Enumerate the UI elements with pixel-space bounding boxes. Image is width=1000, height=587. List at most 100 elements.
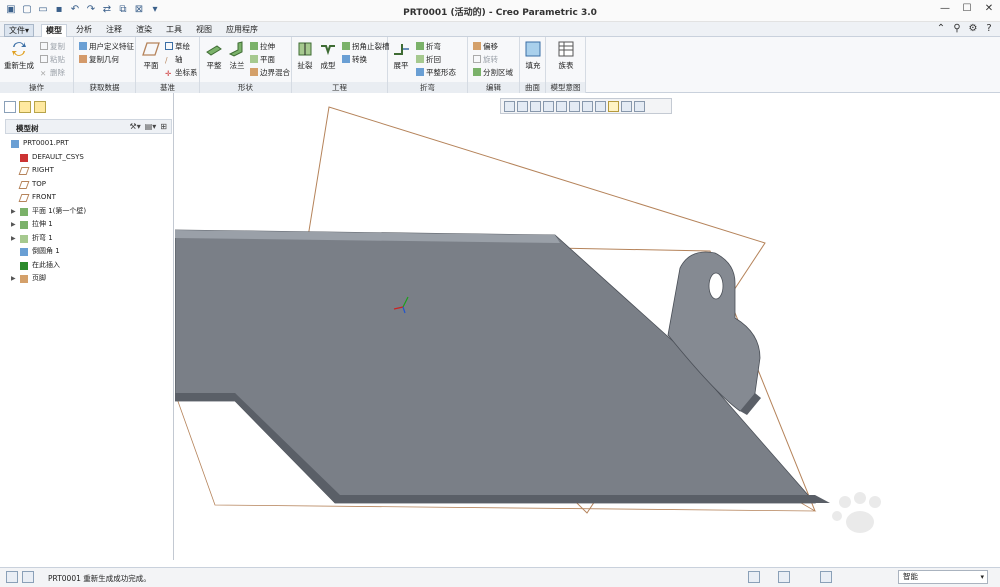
flat-wall-icon — [20, 207, 28, 216]
split-area-button[interactable]: 分割区域 — [473, 67, 513, 78]
udf-icon — [79, 42, 87, 50]
minimize-icon[interactable]: — — [938, 3, 952, 14]
sketch-button[interactable]: 草绘 — [165, 41, 190, 52]
tree-node-label: 拉伸 1 — [32, 220, 53, 228]
show-navigator-icon[interactable] — [6, 571, 18, 583]
regenerate-button[interactable]: 重新生成 — [3, 40, 35, 71]
view-manager-icon[interactable] — [582, 100, 593, 112]
folder-browser-tab-icon[interactable] — [19, 101, 31, 113]
tree-node-label: DEFAULT_CSYS — [32, 152, 84, 161]
tab-analysis[interactable]: 分析 — [72, 24, 96, 37]
repaint-icon[interactable] — [543, 100, 554, 112]
expand-arrow-icon[interactable]: ▶ — [11, 272, 16, 286]
tree-node[interactable]: ▶ 页脚 — [5, 272, 172, 286]
display-style-icon[interactable] — [556, 100, 567, 112]
window-title: PRT0001 (活动的) - Creo Parametric 3.0 — [403, 8, 597, 18]
favorites-tab-icon[interactable] — [34, 101, 46, 113]
maximize-icon[interactable]: ☐ — [960, 3, 974, 14]
family-table-button[interactable]: 族表 — [555, 40, 577, 71]
tree-filter-icon[interactable]: ▤▾ — [145, 122, 157, 131]
refit-icon[interactable] — [504, 100, 515, 112]
find-icon[interactable] — [820, 571, 832, 583]
unbend-button[interactable]: 展平 — [390, 40, 412, 71]
rotate-button[interactable]: 旋转 — [473, 54, 498, 65]
sketch-icon — [165, 42, 173, 50]
corner-relief-button[interactable]: 拐角止裂槽 — [342, 41, 390, 52]
model-tree-tools: ⚒▾ ▤▾ ⊞ — [130, 122, 167, 131]
tree-node[interactable]: ▶ 折弯 1 — [5, 232, 172, 246]
spin-center-icon[interactable] — [634, 100, 645, 112]
close-icon[interactable]: ✕ — [982, 3, 996, 14]
boundary-blend-button[interactable]: 边界混合 — [250, 67, 290, 78]
flange-button[interactable]: 法兰 — [226, 40, 248, 71]
boundary-blend-icon — [250, 68, 258, 76]
tree-node[interactable]: FRONT — [5, 191, 172, 205]
tree-node-label: 倒圆角 1 — [32, 247, 60, 255]
tab-model[interactable]: 模型 — [41, 24, 67, 37]
csys-button[interactable]: ✛ 坐标系 — [165, 67, 198, 78]
expand-arrow-icon[interactable]: ▶ — [11, 205, 16, 219]
flat-button[interactable]: 平整 — [203, 40, 225, 71]
tree-node[interactable]: ▶ 拉伸 1 — [5, 218, 172, 232]
tree-node[interactable]: DEFAULT_CSYS — [5, 151, 172, 165]
zoom-out-icon[interactable] — [530, 100, 541, 112]
group-label-edit: 编辑 — [468, 82, 519, 93]
flange-hole[interactable] — [708, 272, 724, 300]
expand-ribbon-icon[interactable]: ⌃ — [935, 23, 947, 34]
expand-arrow-icon[interactable]: ▶ — [11, 218, 16, 232]
bend-button[interactable]: 折弯 — [416, 41, 441, 52]
extrude-button[interactable]: 拉伸 — [250, 41, 275, 52]
copy-geometry-button[interactable]: 复制几何 — [79, 54, 119, 65]
bend-back-button[interactable]: 折回 — [416, 54, 441, 65]
tree-node[interactable]: RIGHT — [5, 164, 172, 178]
saved-orientations-icon[interactable] — [569, 100, 580, 112]
copy-icon — [40, 42, 48, 50]
selection-filter-dropdown[interactable]: 智能 — [898, 570, 988, 584]
tab-file[interactable]: 文件▾ — [4, 24, 35, 37]
zoom-in-icon[interactable] — [517, 100, 528, 112]
convert-button[interactable]: 转换 — [342, 54, 367, 65]
tab-tools[interactable]: 工具 — [162, 24, 186, 37]
tree-settings-icon[interactable]: ⚒▾ — [130, 122, 141, 131]
rip-button[interactable]: 扯裂 — [294, 40, 316, 71]
tree-node[interactable]: TOP — [5, 178, 172, 192]
tree-show-icon[interactable]: ⊞ — [160, 122, 167, 131]
tree-node[interactable]: 倒圆角 1 — [5, 245, 172, 259]
paste-icon — [40, 55, 48, 63]
delete-button[interactable]: ✕ 删除 — [40, 67, 65, 78]
tab-render[interactable]: 渲染 — [132, 24, 156, 37]
axis-button[interactable]: / 轴 — [165, 54, 183, 65]
tab-view[interactable]: 视图 — [192, 24, 216, 37]
sheet-left-edge[interactable] — [175, 393, 241, 401]
group-surface: 填充 曲面 — [520, 37, 546, 93]
selection-status-icon[interactable] — [778, 571, 790, 583]
copy-button[interactable]: 复制 — [40, 41, 65, 52]
model-tree-tab-icon[interactable] — [4, 101, 16, 113]
datum-display-icon[interactable] — [608, 100, 619, 112]
expand-arrow-icon[interactable]: ▶ — [11, 232, 16, 246]
form-button[interactable]: 成型 — [317, 40, 339, 71]
tree-node[interactable]: ▶ 平面 1(第一个壁) — [5, 205, 172, 219]
help-icon[interactable]: ? — [983, 23, 995, 34]
offset-button[interactable]: 偏移 — [473, 41, 498, 52]
insert-here-icon — [20, 261, 28, 270]
group-label-datum: 基准 — [136, 82, 199, 93]
udf-button[interactable]: 用户定义特征 — [79, 41, 134, 52]
regen-status-icon[interactable] — [748, 571, 760, 583]
tab-applications[interactable]: 应用程序 — [222, 24, 262, 37]
tab-annotate[interactable]: 注释 — [102, 24, 126, 37]
tree-node[interactable]: 在此插入 — [5, 259, 172, 273]
group-label-engineering: 工程 — [292, 82, 387, 93]
tree-node[interactable]: PRT0001.PRT — [5, 137, 172, 151]
flat-pattern-button[interactable]: 平整形态 — [416, 67, 456, 78]
paste-button[interactable]: 粘贴 — [40, 54, 65, 65]
show-browser-icon[interactable] — [22, 571, 34, 583]
fill-button[interactable]: 填充 — [522, 40, 544, 71]
annotation-display-icon[interactable] — [621, 100, 632, 112]
plane-button[interactable]: 平面 — [250, 54, 275, 65]
settings-icon[interactable]: ⚙ — [967, 23, 979, 34]
footer-icon — [20, 275, 28, 283]
datum-plane-button[interactable]: 平面 — [139, 40, 163, 71]
perspective-icon[interactable] — [595, 100, 606, 112]
search-icon[interactable]: ⚲ — [951, 23, 963, 34]
